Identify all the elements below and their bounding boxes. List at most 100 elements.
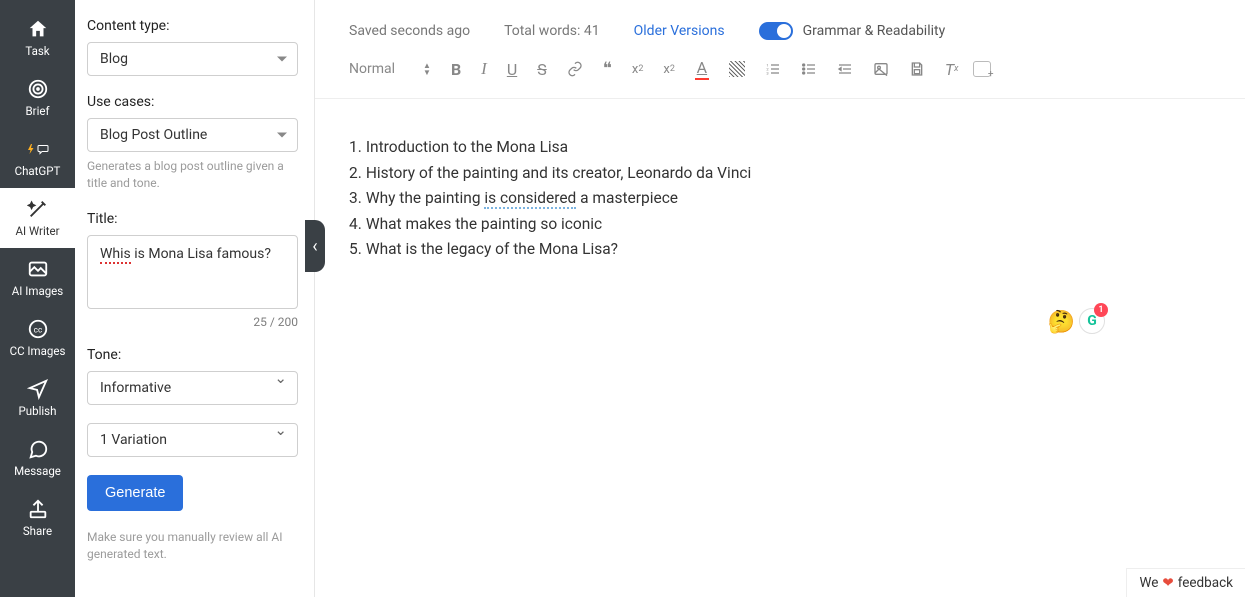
content-type-select[interactable]: Blog <box>87 42 298 76</box>
grammarly-badge[interactable]: G 1 <box>1079 308 1105 334</box>
rail-label: Publish <box>19 404 57 418</box>
list-item: 3.Why the painting is considered a maste… <box>349 186 1211 212</box>
use-cases-value: Blog Post Outline <box>100 127 207 143</box>
list-item: 5.What is the legacy of the Mona Lisa? <box>349 237 1211 263</box>
home-icon <box>0 18 75 40</box>
editor-main: Saved seconds ago Total words: 41 Older … <box>315 0 1245 597</box>
share-icon <box>0 498 75 520</box>
wand-icon <box>0 198 75 220</box>
chevron-left-icon: ‹ <box>312 236 317 257</box>
outdent-icon <box>837 61 853 77</box>
editor-toolbar: Normal ▲▼ B I U S ❝ x2 x2 A 123 <box>315 54 1245 99</box>
rail-label: Brief <box>26 104 50 118</box>
message-icon <box>0 438 75 460</box>
feedback-button[interactable]: We ❤ feedback <box>1126 568 1245 597</box>
paragraph-style-select[interactable]: Normal ▲▼ <box>349 61 431 77</box>
italic-button[interactable]: I <box>481 59 487 79</box>
tone-value: Informative <box>100 380 171 396</box>
rail-item-message[interactable]: Message <box>0 428 75 488</box>
grammarly-letter: G <box>1087 313 1097 329</box>
rail-label: ChatGPT <box>15 164 61 178</box>
color-bar-icon <box>695 78 709 80</box>
save-button[interactable] <box>909 61 925 77</box>
nav-rail: Task Brief ChatGPT AI Writer AI Images <box>0 0 75 597</box>
bolt-chat-icon <box>0 138 75 160</box>
document-body[interactable]: 1.Introduction to the Mona Lisa 2.Histor… <box>315 99 1245 299</box>
rail-item-task[interactable]: Task <box>0 8 75 68</box>
underline-button[interactable]: U <box>507 60 517 79</box>
use-cases-helper: Generates a blog post outline given a ti… <box>87 158 298 193</box>
font-color-glyph: A <box>697 58 707 77</box>
link-button[interactable] <box>567 61 583 77</box>
grammar-toggle-label: Grammar & Readability <box>803 23 946 39</box>
strikethrough-button[interactable]: S <box>537 60 547 79</box>
rail-label: AI Images <box>12 284 63 298</box>
rail-label: Message <box>14 464 61 478</box>
generate-label: Generate <box>105 485 165 501</box>
title-text-misspelled: Whis <box>100 246 131 264</box>
use-cases-select[interactable]: Blog Post Outline <box>87 118 298 152</box>
generate-button[interactable]: Generate <box>87 475 183 511</box>
sort-icon: ▲▼ <box>423 62 431 76</box>
rail-label: AI Writer <box>15 224 59 238</box>
cc-icon: cc <box>0 318 75 340</box>
save-icon <box>909 61 925 77</box>
rail-item-cc-images[interactable]: cc CC Images <box>0 308 75 368</box>
image-ai-icon <box>0 258 75 280</box>
svg-text:3: 3 <box>766 70 768 75</box>
clear-format-button[interactable]: Tx <box>945 60 959 79</box>
rail-item-publish[interactable]: Publish <box>0 368 75 428</box>
word-count: Total words: 41 <box>504 23 600 39</box>
variation-value: 1 Variation <box>100 432 167 448</box>
ordered-list-icon: 123 <box>765 61 781 77</box>
heart-icon: ❤ <box>1162 575 1173 591</box>
tone-select[interactable]: Informative <box>87 371 298 405</box>
outdent-button[interactable] <box>837 61 853 77</box>
image-button[interactable] <box>873 61 889 77</box>
variation-select[interactable]: 1 Variation <box>87 423 298 457</box>
target-icon <box>0 78 75 100</box>
list-item: 1.Introduction to the Mona Lisa <box>349 135 1211 161</box>
title-input[interactable]: Whis is Mona Lisa famous? <box>87 235 298 309</box>
image-icon <box>873 61 889 77</box>
hatch-icon <box>729 61 745 77</box>
unordered-list-icon <box>801 61 817 77</box>
collapse-sidebar-button[interactable]: ‹ <box>305 220 325 272</box>
rail-item-share[interactable]: Share <box>0 488 75 548</box>
rail-item-chatgpt[interactable]: ChatGPT <box>0 128 75 188</box>
disclaimer-text: Make sure you manually review all AI gen… <box>87 529 298 564</box>
title-text-rest: is Mona Lisa famous? <box>131 246 271 262</box>
older-versions-link[interactable]: Older Versions <box>634 23 725 39</box>
saved-status: Saved seconds ago <box>349 23 470 39</box>
title-label: Title: <box>87 211 298 227</box>
blockquote-button[interactable]: ❝ <box>603 59 612 79</box>
use-cases-label: Use cases: <box>87 94 298 110</box>
thinking-emoji-icon[interactable]: 🤔 <box>1048 310 1075 335</box>
ordered-list-button[interactable]: 123 <box>765 61 781 77</box>
tone-label: Tone: <box>87 347 298 363</box>
add-block-button[interactable] <box>973 61 991 77</box>
grammar-toggle[interactable] <box>759 22 793 40</box>
font-color-button[interactable]: A <box>695 58 709 80</box>
list-item: 2.History of the painting and its creato… <box>349 161 1211 187</box>
bold-button[interactable]: B <box>451 60 461 79</box>
settings-sidebar: Content type: Blog Use cases: Blog Post … <box>75 0 315 597</box>
list-item: 4.What makes the painting so iconic <box>349 212 1211 238</box>
rail-label: Task <box>25 44 49 58</box>
content-type-value: Blog <box>100 51 128 67</box>
rail-label: CC Images <box>10 344 66 358</box>
rail-item-ai-writer[interactable]: AI Writer <box>0 188 75 248</box>
superscript-button[interactable]: x2 <box>663 62 675 77</box>
rail-item-ai-images[interactable]: AI Images <box>0 248 75 308</box>
rail-label: Share <box>23 524 52 538</box>
background-color-button[interactable] <box>729 61 745 77</box>
svg-text:cc: cc <box>33 326 42 336</box>
unordered-list-button[interactable] <box>801 61 817 77</box>
subscript-button[interactable]: x2 <box>632 62 644 77</box>
send-icon <box>0 378 75 400</box>
content-type-label: Content type: <box>87 18 298 34</box>
link-icon <box>567 61 583 77</box>
rail-item-brief[interactable]: Brief <box>0 68 75 128</box>
grammarly-count: 1 <box>1094 303 1108 317</box>
grammar-highlight: is considered <box>484 189 576 209</box>
